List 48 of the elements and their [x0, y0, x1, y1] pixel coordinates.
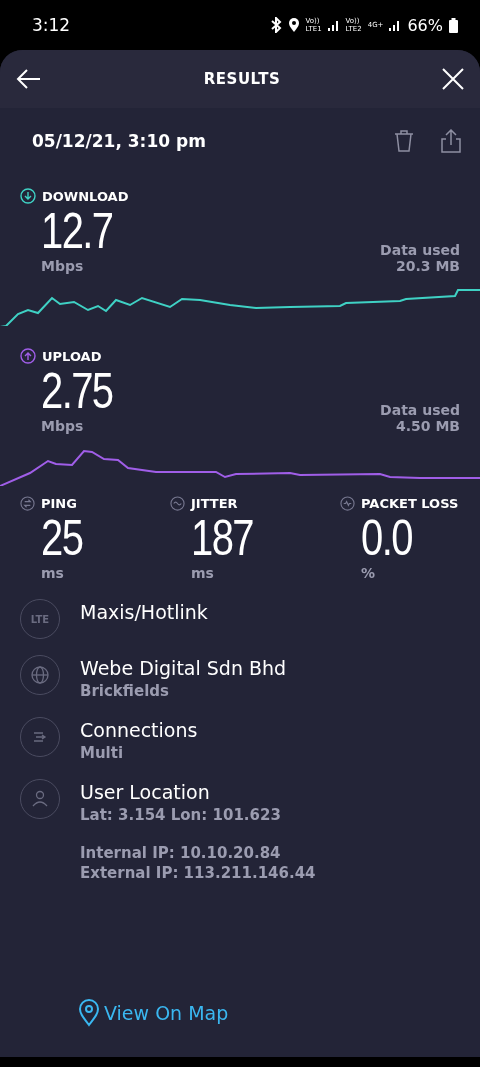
bluetooth-icon: [269, 17, 282, 33]
info-title: Connections: [80, 718, 198, 743]
screen-title: RESULTS: [203, 70, 281, 88]
info-subtitle: Multi: [80, 743, 125, 763]
speed-value: 2.75: [41, 364, 113, 418]
signal-icon: [327, 19, 340, 31]
upload-icon: [20, 348, 36, 364]
close-button[interactable]: [442, 68, 464, 90]
data-used-label: Data used: [380, 402, 460, 418]
metric-value: 0.0: [361, 511, 413, 565]
battery-percent: 66%: [407, 15, 443, 35]
wave-icon: [170, 496, 185, 511]
metric-label: PING: [41, 496, 77, 511]
info-title: Maxis/Hotlink: [80, 600, 208, 625]
metric-unit: %: [361, 565, 377, 581]
data-used-value: 20.3 MB: [395, 258, 460, 274]
data-used-value: 4.50 MB: [395, 418, 460, 434]
signal-icon: [389, 19, 402, 31]
map-pin-icon: [78, 999, 100, 1027]
info-title: Webe Digital Sdn Bhd: [80, 656, 287, 681]
speed-label: DOWNLOAD: [42, 188, 129, 204]
speed-unit: Mbps: [41, 418, 85, 434]
metric-unit: ms: [191, 565, 215, 581]
info-subtitle: Brickfields: [80, 681, 170, 701]
battery-icon: [449, 17, 458, 33]
speed-value: 12.7: [41, 204, 113, 258]
view-on-map-link[interactable]: View On Map: [78, 999, 480, 1027]
metric-value: 187: [191, 511, 254, 565]
status-time: 3:12: [32, 15, 72, 35]
ip-address: External IP: 113.211.146.44: [80, 863, 316, 883]
speed-label: UPLOAD: [42, 348, 102, 364]
share-button[interactable]: [440, 129, 462, 153]
data-used-label: Data used: [380, 242, 460, 258]
metric-unit: ms: [41, 565, 65, 581]
ip-address: Internal IP: 10.10.20.84: [80, 843, 282, 863]
metric-label: JITTER: [191, 496, 238, 511]
arrows-icon: [20, 496, 35, 511]
metric-value: 25: [41, 511, 84, 565]
back-button[interactable]: [16, 68, 42, 90]
speed-unit: Mbps: [41, 258, 85, 274]
info-title: User Location: [80, 780, 211, 805]
metric-label: PACKET LOSS: [361, 496, 459, 511]
location-icon: [287, 17, 300, 33]
info-subtitle: Lat: 3.154 Lon: 101.623: [80, 805, 282, 825]
trash-button[interactable]: [394, 130, 414, 152]
pulse-icon: [340, 496, 355, 511]
result-timestamp: 05/12/21, 3:10 pm: [32, 131, 207, 151]
download-icon: [20, 188, 36, 204]
